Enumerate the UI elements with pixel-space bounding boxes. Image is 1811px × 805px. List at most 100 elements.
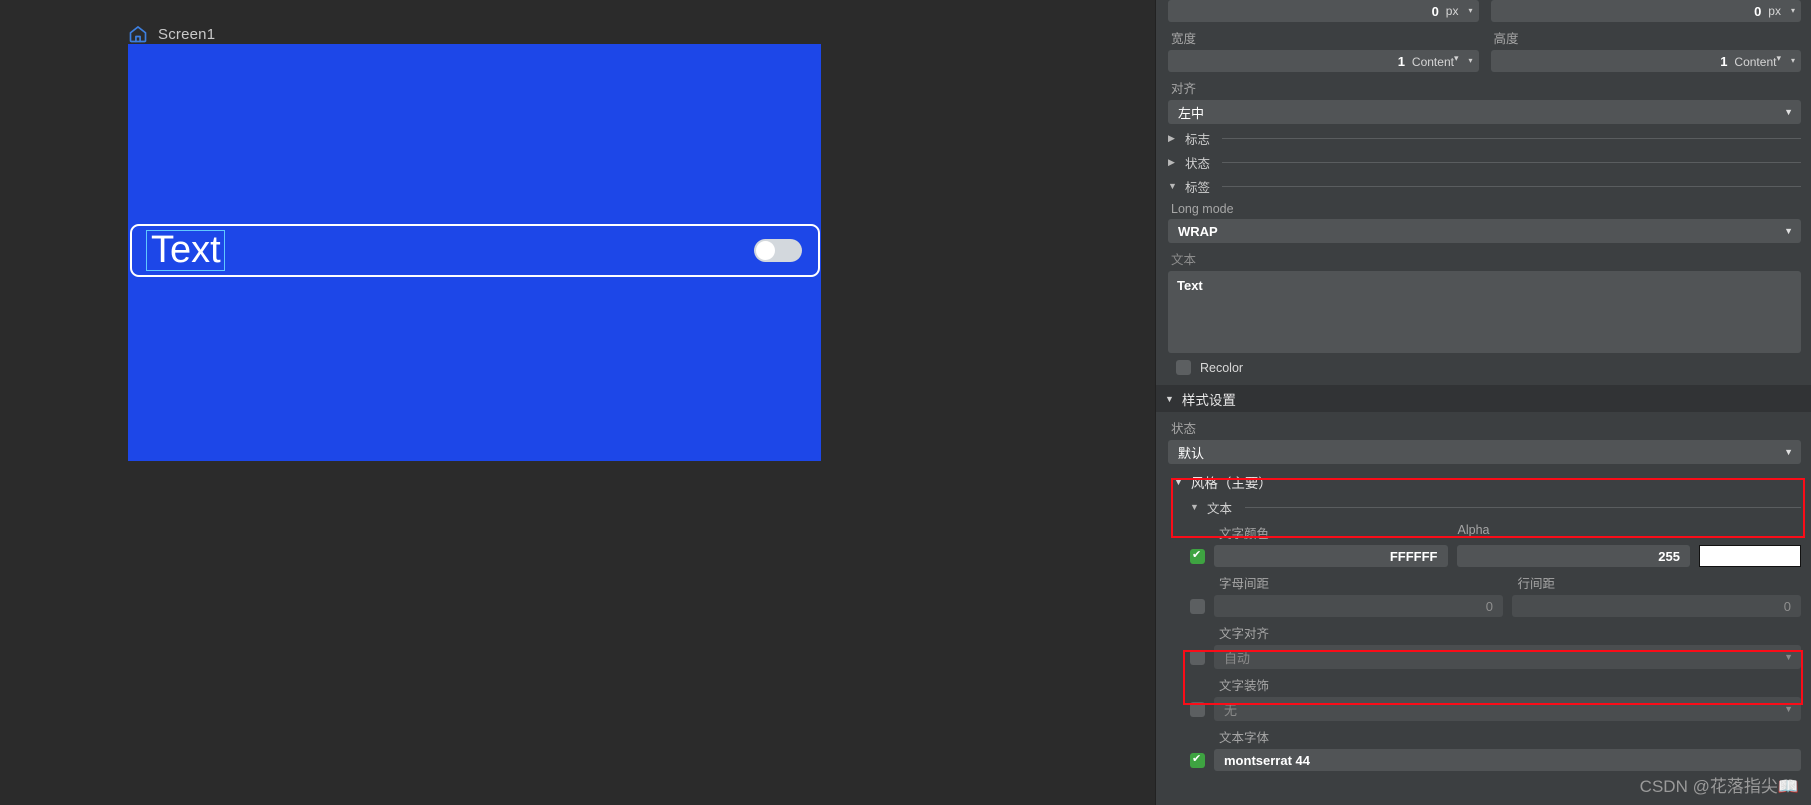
align-label: 对齐: [1171, 82, 1197, 96]
line-spacing-label: 行间距: [1517, 577, 1556, 591]
divider: [1222, 161, 1801, 163]
line-spacing-input[interactable]: 0: [1512, 595, 1801, 617]
text-color-checkbox[interactable]: [1190, 548, 1205, 564]
chevron-down-icon: ▼: [1784, 226, 1793, 236]
section-style-settings-title: 样式设置: [1181, 392, 1236, 408]
home-icon: [128, 24, 148, 44]
width-label: 宽度: [1171, 32, 1197, 46]
spacing-labels-row: 字母间距 行间距: [1190, 567, 1801, 595]
chevron-down-icon: ▼: [1784, 107, 1793, 117]
long-mode-value: WRAP: [1178, 223, 1218, 239]
align-value: 左中: [1178, 105, 1205, 121]
group-text[interactable]: ▼ 文本: [1190, 497, 1801, 517]
collapsible-label[interactable]: ▼ 标签: [1168, 176, 1801, 196]
pos-x-input[interactable]: 0 px ▾: [1168, 0, 1479, 22]
text-color-hex-input[interactable]: FFFFFF: [1214, 545, 1448, 567]
text-decoration-value: 无: [1224, 702, 1238, 718]
label-widget-text: Text: [151, 228, 221, 271]
width-unit: Content▾: [1411, 53, 1459, 69]
recolor-checkbox[interactable]: [1176, 360, 1191, 375]
text-align-row: 自动 ▼: [1190, 645, 1801, 669]
line-spacing-value: 0: [1783, 598, 1791, 614]
text-align-value: 自动: [1224, 650, 1251, 666]
row-container-widget[interactable]: Text: [130, 224, 820, 277]
style-state-label: 状态: [1171, 422, 1197, 436]
chevron-right-icon: ▶: [1168, 132, 1175, 143]
letter-spacing-label: 字母间距: [1219, 577, 1270, 591]
chevron-down-icon[interactable]: ▾: [1468, 7, 1472, 15]
pos-x-field: 0 px ▾: [1168, 0, 1479, 22]
recolor-label: Recolor: [1200, 360, 1244, 375]
recolor-row[interactable]: Recolor: [1168, 353, 1801, 378]
properties-panel: 0 px ▾ 0 px ▾ 宽度 高度 1 Content▾ ▾ 1 Conte…: [1155, 0, 1811, 805]
height-unit: Content▾: [1734, 53, 1781, 69]
chevron-down-icon: ▼: [1784, 652, 1793, 662]
chevron-down-icon: ▼: [1784, 447, 1793, 457]
align-select[interactable]: 左中 ▼: [1168, 100, 1801, 124]
text-font-value: montserrat 44: [1224, 752, 1310, 768]
group-text-title: 文本: [1207, 501, 1233, 516]
style-state-select[interactable]: 默认 ▼: [1168, 440, 1801, 464]
width-input[interactable]: 1 Content▾ ▾: [1168, 50, 1479, 72]
size-row: 1 Content▾ ▾ 1 Content▾ ▾: [1168, 50, 1801, 72]
text-color-row: FFFFFF 255: [1190, 545, 1801, 567]
chevron-down-icon[interactable]: ▾: [1791, 57, 1795, 65]
chevron-down-icon: ▼: [1168, 180, 1177, 191]
screen-label: Screen1: [128, 22, 215, 46]
pos-y-input[interactable]: 0 px ▾: [1490, 0, 1801, 22]
height-label: 高度: [1493, 32, 1519, 46]
text-decoration-row: 无 ▼: [1190, 697, 1801, 721]
chevron-down-icon: ▼: [1174, 477, 1183, 487]
chevron-down-icon: ▼: [1784, 704, 1793, 714]
text-decoration-label: 文字装饰: [1219, 679, 1270, 693]
text-align-label: 文字对齐: [1219, 627, 1270, 641]
section-style-settings[interactable]: ▼ 样式设置: [1156, 385, 1811, 412]
position-row: 0 px ▾ 0 px ▾: [1168, 0, 1801, 22]
text-align-select[interactable]: 自动 ▼: [1214, 645, 1801, 669]
chevron-down-icon[interactable]: ▾: [1468, 57, 1472, 65]
text-field-textarea[interactable]: Text: [1168, 271, 1801, 353]
size-labels-row: 宽度 高度: [1168, 22, 1801, 50]
text-decoration-select[interactable]: 无 ▼: [1214, 697, 1801, 721]
alpha-input[interactable]: 255: [1456, 545, 1690, 567]
alpha-value: 255: [1658, 548, 1680, 564]
device-screen[interactable]: Text: [128, 44, 821, 461]
group-style-main-title: 风格（主要）: [1190, 476, 1272, 491]
letter-spacing-input[interactable]: 0: [1214, 595, 1503, 617]
text-field-value: Text: [1177, 278, 1203, 293]
letter-spacing-value: 0: [1485, 598, 1493, 614]
text-font-row: montserrat 44: [1190, 749, 1801, 771]
color-labels-row: 文字颜色 Alpha: [1190, 517, 1801, 545]
label-widget-selected[interactable]: Text: [146, 228, 225, 272]
group-style-main[interactable]: ▼ 风格（主要）: [1168, 471, 1801, 493]
chevron-down-icon[interactable]: ▾: [1791, 7, 1795, 15]
pos-y-unit: px: [1768, 4, 1781, 18]
collapsible-label-label: 标签: [1185, 180, 1211, 195]
pos-y-field: 0 px ▾: [1490, 0, 1801, 22]
long-mode-label: Long mode: [1171, 202, 1234, 216]
text-font-checkbox[interactable]: [1190, 752, 1205, 768]
collapsible-states[interactable]: ▶ 状态: [1168, 152, 1801, 172]
toggle-switch-widget[interactable]: [754, 239, 802, 262]
spacing-checkbox[interactable]: [1190, 598, 1205, 614]
chevron-right-icon: ▶: [1168, 156, 1175, 167]
style-state-value: 默认: [1178, 445, 1205, 461]
spacing-row: 0 0: [1190, 595, 1801, 617]
collapsible-flags[interactable]: ▶ 标志: [1168, 128, 1801, 148]
text-color-hex-value: FFFFFF: [1389, 548, 1438, 564]
collapsible-states-label: 状态: [1185, 156, 1211, 171]
width-value: 1: [1397, 53, 1405, 69]
text-color-label: 文字颜色: [1219, 527, 1270, 541]
style-main-body: ▼ 文本 文字颜色 Alpha ✔ FFFFFF 255 字母间距 行间距 0 …: [1168, 497, 1801, 771]
text-font-input[interactable]: montserrat 44: [1214, 749, 1801, 771]
canvas-area: Screen1 Text: [0, 0, 1155, 805]
text-align-checkbox[interactable]: [1190, 649, 1205, 665]
color-swatch[interactable]: [1699, 545, 1801, 567]
app-root: Screen1 Text 0 px ▾ 0 px ▾ 宽度 高度 1 Conte…: [0, 0, 1811, 805]
watermark: CSDN @花落指尖📖: [1639, 777, 1799, 796]
text-decoration-checkbox[interactable]: [1190, 701, 1205, 717]
height-input[interactable]: 1 Content▾ ▾: [1490, 50, 1801, 72]
chevron-down-icon: ▼: [1165, 393, 1174, 404]
toggle-knob: [756, 241, 775, 260]
long-mode-select[interactable]: WRAP ▼: [1168, 219, 1801, 243]
